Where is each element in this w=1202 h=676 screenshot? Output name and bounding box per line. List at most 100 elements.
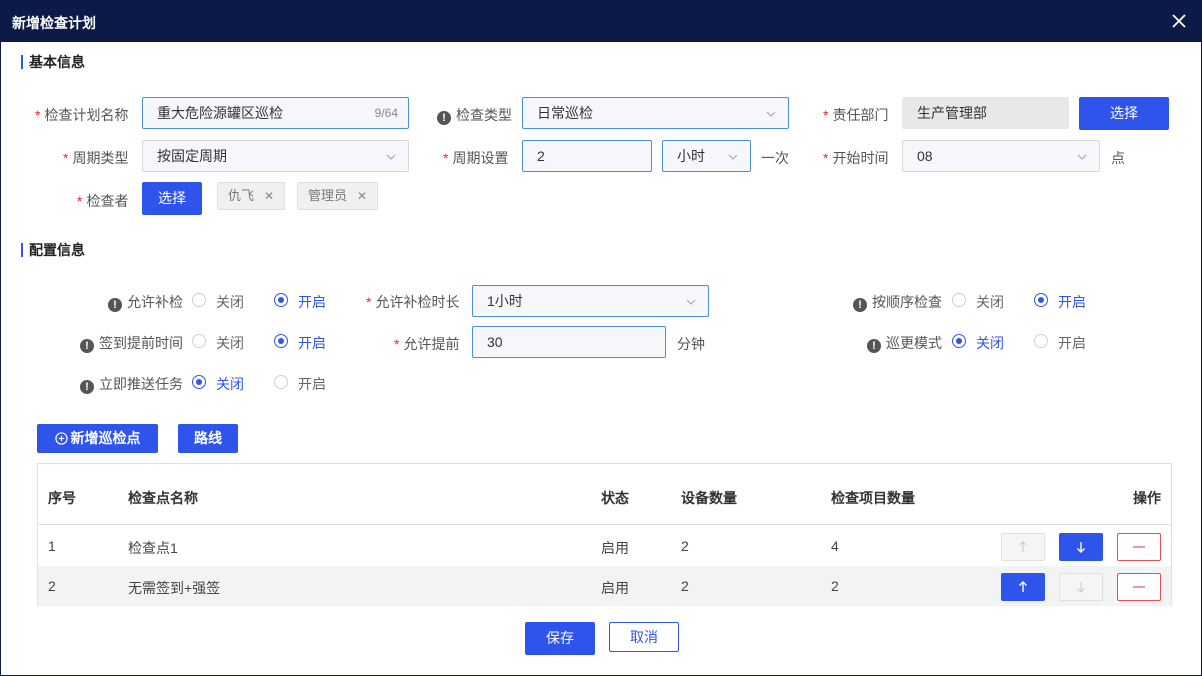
move-down-button[interactable] (1059, 533, 1103, 561)
move-up-button[interactable] (1001, 533, 1045, 561)
allow-makeup-off-radio[interactable] (192, 293, 206, 307)
add-point-label: 新增巡检点 (70, 430, 141, 446)
plan-name-label: * 检查计划名称 (35, 107, 129, 123)
cycle-unit-value: 小时 (677, 148, 705, 164)
chevron-down-icon (766, 111, 776, 117)
checkin-advance-off-radio[interactable] (192, 334, 206, 348)
sequential-on-label: 开启 (1058, 294, 1086, 310)
cycle-type-label: * 周期类型 (63, 150, 129, 166)
chevron-down-icon (728, 154, 738, 160)
inspection-points-table: 序号 检查点名称 状态 设备数量 检查项目数量 操作 1 检查点1 启用 2 4… (37, 463, 1172, 606)
row-items: 2 (831, 578, 839, 594)
header-items: 检查项目数量 (831, 490, 915, 506)
sequential-off-label: 关闭 (976, 294, 1004, 310)
allow-makeup-on-radio[interactable] (274, 293, 288, 307)
plan-name-input[interactable]: 重大危险源罐区巡检 9/64 (142, 97, 409, 129)
arrow-down-icon (1077, 582, 1085, 593)
push-now-off-label: 关闭 (216, 376, 244, 392)
patrol-mode-on-label: 开启 (1058, 335, 1086, 351)
dept-input: 生产管理部 (902, 97, 1069, 129)
add-inspection-plan-dialog: 新增检查计划 基本信息 * 检查计划名称 重大危险源罐区巡检 9/64 ! 检查类型… (0, 0, 1202, 676)
minus-icon (1133, 586, 1145, 588)
header-index: 序号 (48, 490, 76, 506)
cycle-unit-select[interactable]: 小时 (662, 140, 751, 172)
check-type-select[interactable]: 日常巡检 (522, 97, 789, 129)
start-time-select[interactable]: 08 (902, 140, 1100, 172)
allow-makeup-label: ! 允许补检 (108, 292, 183, 312)
inspector-select-button[interactable]: 选择 (142, 182, 202, 215)
plan-name-counter: 9/64 (374, 106, 398, 120)
dept-label: * 责任部门 (823, 107, 889, 123)
sequential-label: ! 按顺序检查 (853, 292, 942, 312)
table-header: 序号 检查点名称 状态 设备数量 检查项目数量 操作 (38, 464, 1171, 525)
sequential-on-radio[interactable] (1034, 293, 1048, 307)
allow-makeup-off-label: 关闭 (216, 294, 244, 310)
makeup-duration-select[interactable]: 1小时 (472, 285, 709, 317)
table-row: 2 无需签到+强签 启用 2 2 (38, 566, 1171, 606)
tag-close-icon[interactable]: ✕ (357, 189, 367, 203)
row-devices: 2 (681, 578, 689, 594)
checkin-advance-label: ! 签到提前时间 (80, 333, 183, 353)
close-icon[interactable] (1171, 13, 1187, 29)
delete-row-button[interactable] (1117, 573, 1161, 601)
chevron-down-icon (386, 154, 396, 160)
makeup-duration-label: * 允许补检时长 (366, 294, 460, 310)
push-now-on-label: 开启 (298, 376, 326, 392)
info-icon: ! (437, 111, 451, 125)
move-up-button[interactable] (1001, 573, 1045, 601)
push-now-off-radio[interactable] (192, 375, 206, 389)
cycle-setting-label: * 周期设置 (443, 150, 509, 166)
info-icon: ! (80, 339, 94, 353)
chevron-down-icon (1077, 154, 1087, 160)
cycle-setting-value: 2 (537, 148, 545, 164)
row-name: 检查点1 (128, 540, 178, 556)
dept-select-button[interactable]: 选择 (1079, 97, 1169, 130)
info-icon: ! (853, 298, 867, 312)
row-status: 启用 (601, 540, 629, 556)
dept-value: 生产管理部 (917, 105, 987, 121)
push-now-label: ! 立即推送任务 (80, 374, 183, 394)
header-ops: 操作 (1133, 490, 1161, 506)
row-index: 1 (48, 538, 56, 554)
row-name: 无需签到+强签 (128, 580, 221, 596)
table-row: 1 检查点1 启用 2 4 (38, 526, 1171, 566)
checkin-advance-on-label: 开启 (298, 335, 326, 351)
allow-advance-input[interactable]: 30 (472, 326, 666, 358)
minus-icon (1133, 546, 1145, 548)
makeup-duration-value: 1小时 (487, 293, 523, 309)
cycle-setting-input[interactable]: 2 (522, 140, 652, 172)
delete-row-button[interactable] (1117, 533, 1161, 561)
patrol-mode-off-radio[interactable] (952, 334, 966, 348)
section-title-basic: 基本信息 (21, 55, 85, 69)
dialog-titlebar: 新增检查计划 (1, 1, 1201, 42)
patrol-mode-label: ! 巡更模式 (867, 333, 942, 353)
info-icon: ! (80, 380, 94, 394)
save-button[interactable]: 保存 (525, 622, 595, 655)
move-down-button[interactable] (1059, 573, 1103, 601)
header-status: 状态 (601, 490, 629, 506)
allow-advance-value: 30 (487, 334, 503, 350)
checkin-advance-off-label: 关闭 (216, 335, 244, 351)
start-time-label: * 开始时间 (823, 150, 889, 166)
push-now-on-radio[interactable] (274, 375, 288, 389)
allow-makeup-on-label: 开启 (298, 294, 326, 310)
arrow-down-icon (1077, 542, 1085, 553)
cycle-type-value: 按固定周期 (157, 148, 227, 164)
sequential-off-radio[interactable] (952, 293, 966, 307)
cancel-button[interactable]: 取消 (609, 622, 679, 652)
add-point-button[interactable]: 新增巡检点 (37, 424, 158, 453)
allow-advance-label: * 允许提前 (394, 336, 460, 352)
patrol-mode-on-radio[interactable] (1034, 334, 1048, 348)
cycle-type-select[interactable]: 按固定周期 (142, 140, 409, 172)
tag-close-icon[interactable]: ✕ (264, 189, 274, 203)
check-type-value: 日常巡检 (537, 105, 593, 121)
start-time-value: 08 (917, 148, 933, 164)
plan-name-value: 重大危险源罐区巡检 (157, 105, 283, 121)
inspector-tag: 仇飞 ✕ (217, 182, 286, 210)
inspector-label: * 检查者 (77, 193, 129, 209)
checkin-advance-on-radio[interactable] (274, 334, 288, 348)
plus-circle-icon (54, 432, 68, 445)
start-time-suffix: 点 (1111, 150, 1125, 166)
route-button[interactable]: 路线 (178, 424, 238, 453)
arrow-up-icon (1019, 581, 1027, 592)
